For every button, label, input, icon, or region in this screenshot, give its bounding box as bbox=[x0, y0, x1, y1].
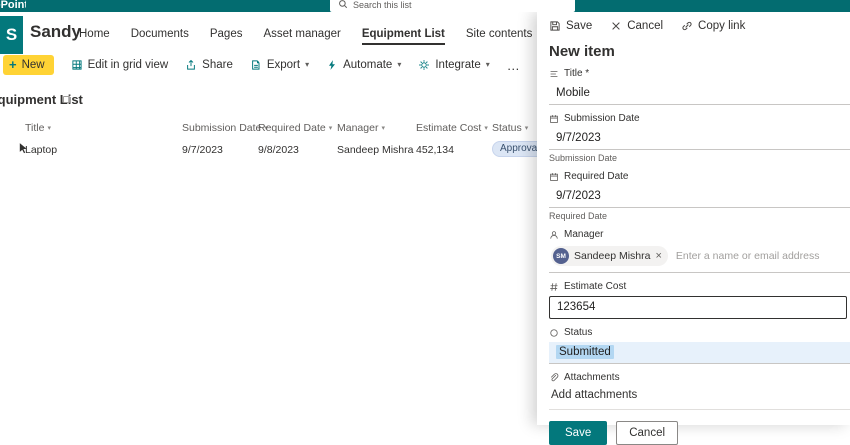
row-required-date-cell: 9/8/2023 bbox=[258, 144, 299, 156]
people-picker[interactable]: SM Sandeep Mishra × Enter a name or emai… bbox=[549, 244, 850, 273]
sidebar-item-pages[interactable]: Pages bbox=[210, 28, 243, 43]
paperclip-icon bbox=[550, 372, 559, 381]
chevron-down-icon: ▾ bbox=[524, 125, 529, 132]
add-attachments-link[interactable]: Add attachments bbox=[549, 389, 850, 410]
column-header-manager[interactable]: Manager ▾ bbox=[337, 122, 385, 134]
submission-date-input[interactable]: 9/7/2023 bbox=[549, 128, 850, 150]
people-picker-placeholder: Enter a name or email address bbox=[675, 250, 820, 262]
text-field-icon bbox=[550, 70, 558, 77]
chevron-down-icon: ▾ bbox=[484, 125, 488, 132]
field-helper-text: Required Date bbox=[549, 211, 608, 221]
row-manager-cell: Sandeep Mishra bbox=[337, 144, 414, 156]
sidebar-item-asset-manager[interactable]: Asset manager bbox=[263, 28, 340, 43]
save-icon bbox=[550, 21, 560, 31]
column-header-title[interactable]: Title ▾ bbox=[25, 122, 51, 134]
title-input[interactable]: Mobile bbox=[549, 83, 850, 105]
new-button[interactable]: + New bbox=[3, 55, 54, 75]
more-commands-button[interactable]: … bbox=[507, 58, 521, 73]
share-icon bbox=[187, 59, 196, 70]
search-icon bbox=[339, 0, 348, 9]
estimate-cost-input[interactable]: 123654 bbox=[549, 296, 847, 319]
column-header-estimate-cost[interactable]: Estimate Cost ▾ bbox=[416, 122, 488, 134]
column-header-status[interactable]: Status ▾ bbox=[492, 122, 528, 134]
field-required-date: Required Date 9/7/2023 Required Date bbox=[549, 171, 850, 221]
required-date-input[interactable]: 9/7/2023 bbox=[549, 186, 850, 208]
field-label: Status bbox=[564, 327, 593, 338]
field-attachments: Attachments Add attachments bbox=[549, 372, 850, 410]
panel-title: New item bbox=[549, 43, 615, 60]
chevron-down-icon: ▾ bbox=[47, 125, 51, 132]
field-title: Title * Mobile bbox=[549, 68, 850, 105]
panel-copy-link-button[interactable]: Copy link bbox=[681, 20, 745, 32]
link-icon bbox=[682, 21, 692, 31]
search-placeholder: Search this list bbox=[353, 0, 412, 10]
close-icon bbox=[612, 22, 620, 30]
calendar-icon bbox=[550, 114, 558, 123]
share-button[interactable]: Share bbox=[185, 59, 233, 71]
field-submission-date: Submission Date 9/7/2023 Submission Date bbox=[549, 113, 850, 163]
field-label: Submission Date bbox=[564, 113, 640, 124]
page-title: Equipment List bbox=[0, 92, 83, 107]
chevron-down-icon: ▾ bbox=[381, 125, 385, 132]
automate-button[interactable]: Automate ▾ bbox=[326, 59, 401, 71]
row-submission-date-cell: 9/7/2023 bbox=[182, 144, 223, 156]
panel-save-button[interactable]: Save bbox=[549, 20, 592, 32]
panel-cancel-button[interactable]: Cancel bbox=[610, 20, 663, 32]
calendar-icon bbox=[550, 172, 558, 181]
number-icon bbox=[550, 282, 558, 291]
sidebar-item-home[interactable]: Home bbox=[79, 28, 110, 43]
field-status: Status Submitted bbox=[549, 327, 850, 364]
field-manager: Manager SM Sandeep Mishra × Enter a name… bbox=[549, 229, 850, 273]
field-label: Estimate Cost bbox=[564, 281, 627, 292]
site-logo[interactable]: S bbox=[0, 16, 23, 54]
status-input[interactable]: Submitted bbox=[549, 342, 850, 364]
export-button[interactable]: Export ▾ bbox=[250, 59, 309, 71]
status-selected-value: Submitted bbox=[556, 345, 614, 359]
site-nav: Home Documents Pages Asset manager Equip… bbox=[79, 28, 597, 45]
command-bar: + New Edit in grid view Share Export ▾ A… bbox=[0, 52, 537, 78]
field-estimate-cost: Estimate Cost 123654 bbox=[549, 281, 850, 319]
sidebar-item-equipment-list[interactable]: Equipment List bbox=[361, 28, 445, 45]
table-row[interactable]: Laptop 9/7/2023 9/8/2023 Sandeep Mishra … bbox=[0, 141, 548, 160]
column-header-required-date[interactable]: Required Date ▾ bbox=[258, 122, 332, 134]
sidebar-item-site-contents[interactable]: Site contents bbox=[466, 28, 532, 43]
new-item-panel: Save Cancel Copy link New item Title * M… bbox=[537, 12, 850, 445]
site-title[interactable]: Sandy bbox=[30, 22, 81, 42]
field-label: Manager bbox=[564, 229, 604, 240]
app-name: SharePoint bbox=[0, 0, 26, 11]
status-icon bbox=[550, 328, 558, 337]
integrate-button[interactable]: Integrate ▾ bbox=[418, 59, 490, 71]
panel-command-bar: Save Cancel Copy link bbox=[549, 16, 850, 36]
field-label: Required Date bbox=[564, 171, 629, 182]
suite-bar: SharePoint Search this list bbox=[0, 0, 850, 12]
chevron-down-icon: ▾ bbox=[485, 60, 490, 69]
sidebar-item-documents[interactable]: Documents bbox=[131, 28, 189, 43]
chevron-down-icon: ▾ bbox=[305, 60, 310, 69]
avatar: SM bbox=[553, 248, 569, 264]
export-icon bbox=[251, 60, 260, 70]
plus-icon: + bbox=[9, 57, 17, 72]
grid-icon bbox=[72, 60, 82, 70]
table-header: Title ▾ Submission Date ▾ Required Date ▾ M… bbox=[0, 122, 537, 138]
column-header-submission-date[interactable]: Submission Date ▾ bbox=[182, 122, 268, 134]
person-chip[interactable]: SM Sandeep Mishra × bbox=[551, 246, 668, 266]
person-icon bbox=[550, 230, 558, 239]
field-helper-text: Submission Date bbox=[549, 153, 618, 163]
row-title-cell[interactable]: Laptop bbox=[25, 144, 57, 156]
remove-person-icon[interactable]: × bbox=[655, 251, 661, 262]
edit-in-grid-view-button[interactable]: Edit in grid view bbox=[71, 59, 168, 71]
search-input[interactable]: Search this list bbox=[330, 0, 575, 12]
person-name: Sandeep Mishra bbox=[574, 250, 651, 262]
chevron-down-icon: ▾ bbox=[328, 125, 333, 132]
integrate-icon bbox=[419, 60, 430, 70]
field-label: Attachments bbox=[564, 372, 620, 383]
list-info-icon[interactable] bbox=[63, 96, 70, 103]
row-estimate-cost-cell: 452,134 bbox=[416, 144, 454, 156]
automate-icon bbox=[329, 60, 336, 70]
field-label: Title * bbox=[564, 68, 590, 79]
chevron-down-icon: ▾ bbox=[397, 60, 402, 69]
